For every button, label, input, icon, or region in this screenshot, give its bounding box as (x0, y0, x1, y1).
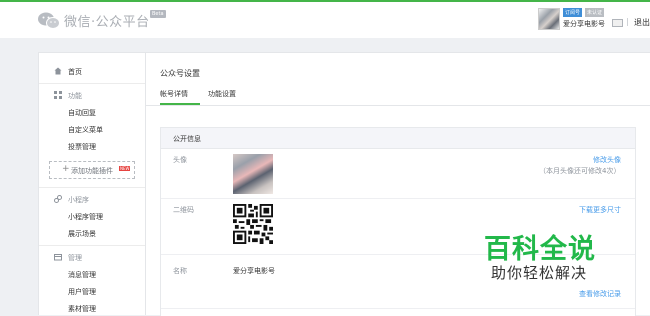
tab-feature-settings[interactable]: 功能设置 (208, 89, 236, 99)
grid-icon (54, 91, 62, 99)
add-plugin-label: 添加功能插件 (71, 167, 113, 175)
sidebar-group-manage: 管理 (68, 254, 82, 262)
tab-account-details[interactable]: 帐号详情 (160, 89, 188, 99)
beta-badge: Beta (150, 10, 166, 18)
manage-box-icon (54, 254, 62, 261)
sidebar-item-custom-menu[interactable]: 自定义菜单 (68, 125, 103, 135)
mail-icon[interactable] (612, 19, 623, 27)
new-badge: NEW (119, 166, 131, 171)
account-avatar[interactable] (538, 8, 560, 30)
verify-status-badge: 未认证 (585, 8, 605, 17)
sidebar-divider (39, 83, 145, 84)
account-name-value: 爱分享电影号 (233, 267, 275, 275)
row-divider (161, 198, 635, 199)
top-header: 微信·公众平台 Beta 订阅号 未认证 爱分享电影号 退出 (0, 2, 650, 38)
name-label: 名称 (173, 267, 187, 275)
qrcode-label: 二维码 (173, 206, 194, 214)
view-change-history-link[interactable]: 查看修改记录 (579, 289, 621, 299)
sidebar-item-material-manage[interactable]: 素材管理 (68, 304, 96, 314)
header-separator (627, 18, 628, 26)
platform-title[interactable]: 微信·公众平台 (64, 11, 150, 30)
tabs-divider (146, 105, 650, 106)
sidebar-item-vote-manage[interactable]: 投票管理 (68, 142, 96, 152)
sidebar: 首页 功能 自动回复 自定义菜单 投票管理 + 添加功能插件 NEW 小程序 小… (38, 52, 146, 315)
download-sizes-link[interactable]: 下载更多尺寸 (579, 205, 621, 215)
sidebar-item-message-manage[interactable]: 消息管理 (68, 270, 96, 280)
sidebar-group-features: 功能 (68, 92, 82, 100)
add-plugin-button[interactable]: + 添加功能插件 NEW (49, 161, 135, 179)
plus-icon: + (62, 164, 70, 174)
sidebar-item-display-scene[interactable]: 展示场景 (68, 229, 96, 239)
sidebar-item-home[interactable]: 首页 (68, 67, 82, 77)
account-name[interactable]: 爱分享电影号 (563, 19, 605, 29)
sidebar-group-miniapp: 小程序 (68, 196, 89, 204)
account-avatar-image (233, 154, 273, 194)
wechat-icon (38, 12, 60, 29)
change-avatar-link[interactable]: 修改头像 (593, 155, 621, 165)
qr-code-image (233, 204, 273, 244)
panel-title: 公开信息 (173, 135, 201, 143)
sidebar-item-miniapp-manage[interactable]: 小程序管理 (68, 212, 103, 222)
sidebar-divider (39, 187, 145, 188)
panel-header: 公开信息 (161, 128, 635, 149)
page-title: 公众号设置 (160, 69, 200, 78)
watermark-title: 百科全说 (484, 234, 596, 265)
public-info-panel: 公开信息 头像 修改头像 （本月头像还可修改4次） 二维码 下载更多尺寸 名称 … (160, 127, 636, 316)
watermark-subtitle: 助你轻松解决 (491, 264, 588, 282)
link-chain-icon (54, 195, 62, 203)
account-type-badge: 订阅号 (563, 8, 583, 17)
home-icon (54, 67, 62, 75)
logout-link[interactable]: 退出 (634, 17, 650, 28)
avatar-change-note: （本月头像还可修改4次） (539, 167, 621, 175)
sidebar-item-auto-reply[interactable]: 自动回复 (68, 108, 96, 118)
avatar-label: 头像 (173, 156, 187, 164)
sidebar-item-user-manage[interactable]: 用户管理 (68, 287, 96, 297)
sidebar-divider (39, 245, 145, 246)
row-divider (161, 308, 635, 309)
